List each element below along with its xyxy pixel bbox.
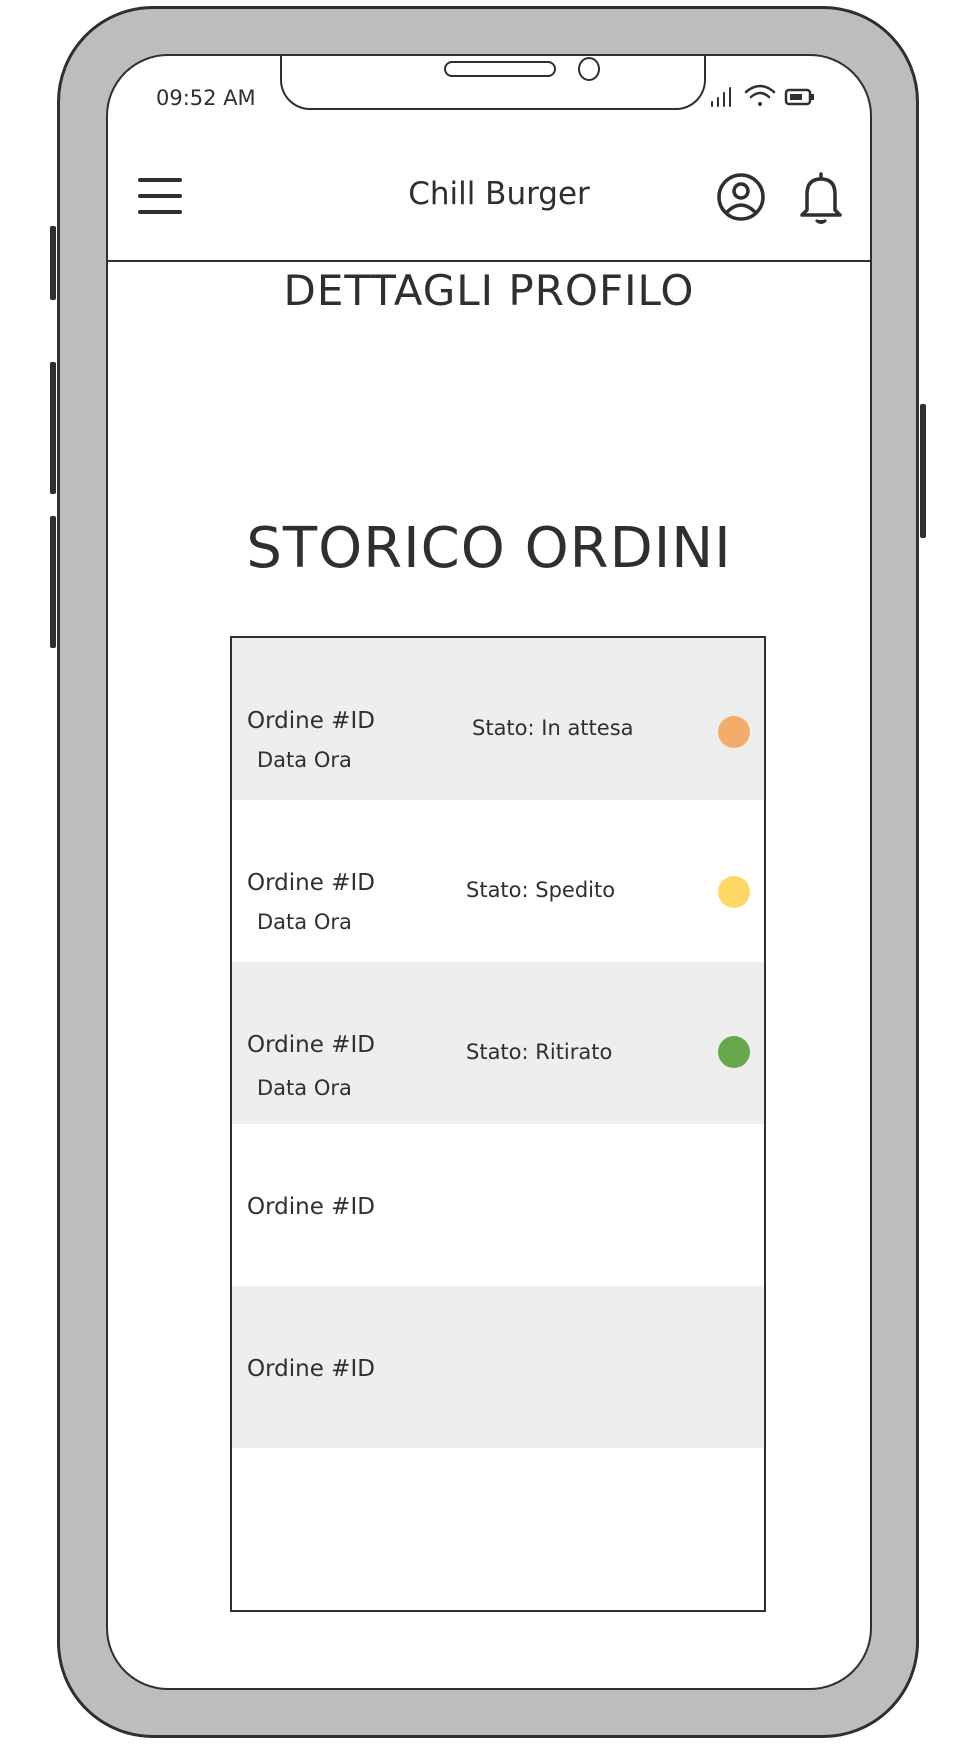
order-row[interactable]: Ordine #ID — [232, 1124, 764, 1286]
order-id: Ordine #ID — [247, 1194, 375, 1220]
status-indicator-picked-up — [718, 1036, 750, 1068]
wifi-icon — [744, 84, 776, 106]
order-history-title: STORICO ORDINI — [246, 516, 732, 581]
phone-power-button — [920, 404, 926, 538]
signal-icon — [711, 87, 731, 107]
order-row[interactable]: Ordine #ID Data Ora Stato: In attesa — [232, 638, 764, 800]
profile-details-title: DETTAGLI PROFILO — [283, 266, 695, 315]
app-header: Chill Burger — [108, 150, 870, 262]
status-indicator-shipped — [718, 876, 750, 908]
order-date: Data Ora — [257, 1076, 352, 1100]
order-status: Stato: Spedito — [466, 878, 616, 902]
status-icons — [711, 84, 814, 107]
order-id: Ordine #ID — [247, 870, 375, 896]
order-date: Data Ora — [257, 910, 352, 934]
order-id: Ordine #ID — [247, 1356, 375, 1382]
order-id: Ordine #ID — [247, 708, 375, 734]
phone-side-button — [50, 516, 56, 648]
phone-side-button — [50, 362, 56, 494]
order-id: Ordine #ID — [247, 1032, 375, 1058]
order-row[interactable]: Ordine #ID Data Ora Stato: Spedito — [232, 800, 764, 962]
bell-icon[interactable] — [798, 170, 844, 226]
order-date: Data Ora — [257, 748, 352, 772]
order-row[interactable]: Ordine #ID — [232, 1286, 764, 1448]
status-indicator-pending — [718, 716, 750, 748]
camera — [578, 57, 600, 81]
status-time: 09:52 AM — [156, 86, 256, 110]
user-profile-icon[interactable] — [716, 172, 766, 222]
order-status: Stato: Ritirato — [466, 1040, 613, 1064]
phone-side-button — [50, 226, 56, 300]
order-status: Stato: In attesa — [472, 716, 634, 740]
order-row[interactable]: Ordine #ID Data Ora Stato: Ritirato — [232, 962, 764, 1124]
phone-screen: 09:52 AM Chill Burger DETTAGLI PROFILO S… — [106, 54, 872, 1690]
order-history-list: Ordine #ID Data Ora Stato: In attesa Ord… — [230, 636, 766, 1612]
speaker — [444, 61, 556, 77]
battery-icon — [784, 88, 814, 106]
notch — [280, 56, 706, 110]
